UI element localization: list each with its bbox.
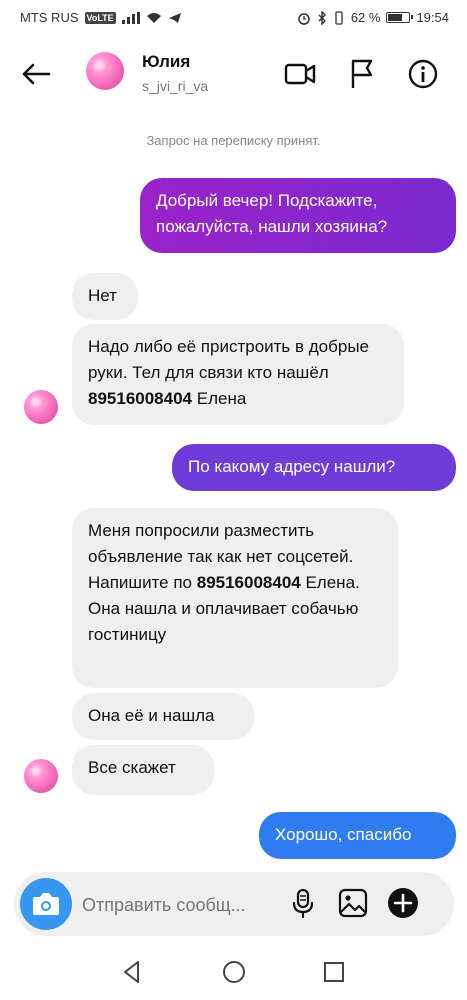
flag-icon[interactable] — [346, 58, 378, 90]
phone-number[interactable]: 89516008404 — [88, 389, 192, 408]
message-in[interactable]: Она её и нашла — [72, 693, 254, 740]
bluetooth-icon — [318, 10, 326, 25]
message-in[interactable]: Надо либо её пристроить в добрые руки. Т… — [72, 324, 404, 425]
microphone-icon[interactable] — [286, 886, 320, 920]
sender-avatar[interactable] — [24, 390, 58, 424]
message-in[interactable]: Меня попросили разместить объявление так… — [72, 508, 398, 688]
nav-home-icon[interactable] — [220, 958, 248, 986]
camera-icon — [33, 893, 59, 915]
contact-name[interactable]: Юлия — [142, 52, 190, 72]
add-icon[interactable] — [386, 886, 420, 920]
message-text: Надо либо её пристроить в добрые руки. Т… — [88, 337, 369, 382]
wifi-icon — [146, 12, 161, 23]
volte-badge: VoLTE — [84, 11, 116, 24]
request-accepted-note: Запрос на переписку принят. — [146, 133, 321, 148]
camera-button[interactable] — [20, 878, 72, 930]
nav-back-icon[interactable] — [118, 958, 146, 986]
message-out[interactable]: Хорошо, спасибо — [259, 812, 456, 859]
battery-percent: 62 % — [350, 10, 381, 25]
contact-username[interactable]: s_jvi_ri_va — [142, 78, 208, 94]
phone-number[interactable]: 89516008404 — [197, 573, 301, 592]
vibrate-icon — [335, 10, 343, 25]
system-nav-bar — [0, 944, 467, 1000]
message-input[interactable] — [80, 890, 284, 920]
carrier-label: MTS RUS — [20, 10, 79, 25]
info-icon[interactable] — [407, 58, 439, 90]
message-composer — [14, 872, 454, 936]
message-in[interactable]: Все скажет — [72, 745, 214, 795]
back-arrow-icon[interactable] — [18, 56, 54, 92]
video-call-icon[interactable] — [284, 58, 316, 90]
chat-header: Юлия s_jvi_ri_va — [0, 36, 467, 114]
sender-avatar[interactable] — [24, 759, 58, 793]
contact-avatar[interactable] — [86, 52, 124, 90]
clock: 19:54 — [416, 10, 449, 25]
gallery-icon[interactable] — [336, 886, 370, 920]
message-out[interactable]: По какому адресу нашли? — [172, 444, 456, 491]
message-out[interactable]: Добрый вечер! Подскажите, пожалуйста, на… — [140, 178, 456, 253]
telegram-icon — [168, 12, 181, 23]
alarm-icon — [298, 12, 310, 25]
message-text: Елена — [192, 389, 247, 408]
battery-icon — [386, 12, 414, 23]
nav-recents-icon[interactable] — [320, 958, 348, 986]
message-in[interactable]: Нет — [72, 273, 138, 320]
status-bar: MTS RUS VoLTE 62 % 19:54 — [0, 0, 467, 36]
signal-icon — [121, 11, 140, 24]
